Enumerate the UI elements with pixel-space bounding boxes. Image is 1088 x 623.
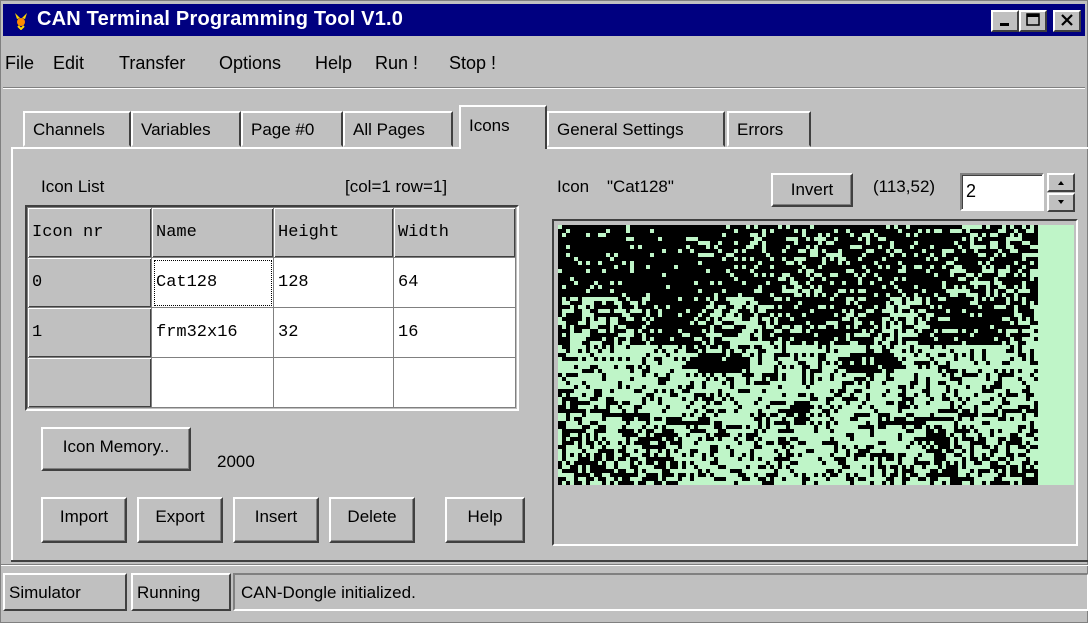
cat-icon-image [558,225,1038,485]
table-cell-name[interactable] [151,357,274,408]
status-state-panel[interactable]: Running [131,573,231,611]
table-row[interactable] [27,357,516,408]
tab-channels[interactable]: Channels [23,111,131,147]
row-header-icon-nr[interactable] [27,357,152,408]
maximize-button[interactable] [1019,10,1047,32]
icon-list-grid[interactable]: Icon nr Name Height Width 0 Cat128 128 6… [25,205,519,411]
minimize-icon [1000,23,1009,26]
table-cell-width[interactable] [393,357,516,408]
zoom-up-button[interactable] [1047,173,1075,192]
icon-name-readout: "Cat128" [607,177,674,196]
menu-run[interactable]: Run ! [375,53,418,74]
title-bar[interactable]: CAN Terminal Programming Tool V1.0 [3,4,1085,36]
app-window: CAN Terminal Programming Tool V1.0 File … [0,0,1088,623]
delete-button[interactable]: Delete [329,497,415,543]
tab-icons[interactable]: Icons [459,105,547,149]
close-button[interactable] [1053,10,1081,32]
invert-button[interactable]: Invert [771,173,853,207]
menu-options[interactable]: Options [219,53,281,74]
column-header-name[interactable]: Name [151,207,274,258]
menu-divider [3,87,1085,89]
cursor-coords-readout: (113,52) [873,177,936,196]
table-cell-name[interactable]: Cat128 [151,257,274,308]
insert-button[interactable]: Insert [233,497,319,543]
table-cell-width[interactable]: 64 [393,257,516,308]
menu-stop[interactable]: Stop ! [449,53,496,74]
status-message: CAN-Dongle initialized. [233,573,1088,611]
menu-edit[interactable]: Edit [53,53,84,74]
status-divider [1,564,1088,566]
menu-transfer[interactable]: Transfer [119,53,185,74]
arrow-up-icon [1058,181,1064,185]
tab-general-settings[interactable]: General Settings [547,111,725,147]
table-row[interactable]: 1 frm32x16 32 16 [27,307,516,358]
tab-page-edge [11,559,1088,562]
icon-memory-value: 2000 [217,452,255,471]
icon-list-label: Icon List [41,177,105,196]
app-icon[interactable] [11,10,31,30]
zoom-down-button[interactable] [1047,193,1075,212]
help-button[interactable]: Help [445,497,525,543]
icon-preview-panel[interactable] [552,219,1078,546]
export-button[interactable]: Export [137,497,223,543]
icon-memory-button[interactable]: Icon Memory.. [41,427,191,471]
column-header-height[interactable]: Height [273,207,394,258]
table-cell-width[interactable]: 16 [393,307,516,358]
arrow-down-icon [1058,200,1064,204]
menu-file[interactable]: File [5,53,34,74]
table-row[interactable]: 0 Cat128 128 64 [27,257,516,308]
import-button[interactable]: Import [41,497,127,543]
table-cell-height[interactable] [273,357,394,408]
status-mode-panel[interactable]: Simulator [3,573,127,611]
row-header-icon-nr[interactable]: 1 [27,307,152,358]
tab-variables[interactable]: Variables [131,111,241,147]
row-header-icon-nr[interactable]: 0 [27,257,152,308]
icon-label: Icon [557,177,590,196]
close-icon [1061,14,1073,26]
table-cell-height[interactable]: 32 [273,307,394,358]
zoom-field[interactable]: 2 [960,173,1044,211]
table-cell-height[interactable]: 128 [273,257,394,308]
tab-all-pages[interactable]: All Pages [343,111,453,147]
grid-position-readout: [col=1 row=1] [345,177,448,196]
maximize-icon [1026,13,1040,26]
minimize-button[interactable] [991,10,1019,32]
table-cell-name[interactable]: frm32x16 [151,307,274,358]
window-title: CAN Terminal Programming Tool V1.0 [37,8,404,30]
icon-bitmap-canvas[interactable] [558,225,1074,485]
menu-help[interactable]: Help [315,53,352,74]
column-header-icon-nr[interactable]: Icon nr [27,207,152,258]
icon-bitmap-margin [1038,225,1074,485]
column-header-width[interactable]: Width [393,207,516,258]
tab-errors[interactable]: Errors [727,111,811,147]
tab-strip: Channels Variables Page #0 All Pages Ico… [1,105,1088,149]
tab-page-0[interactable]: Page #0 [241,111,343,147]
